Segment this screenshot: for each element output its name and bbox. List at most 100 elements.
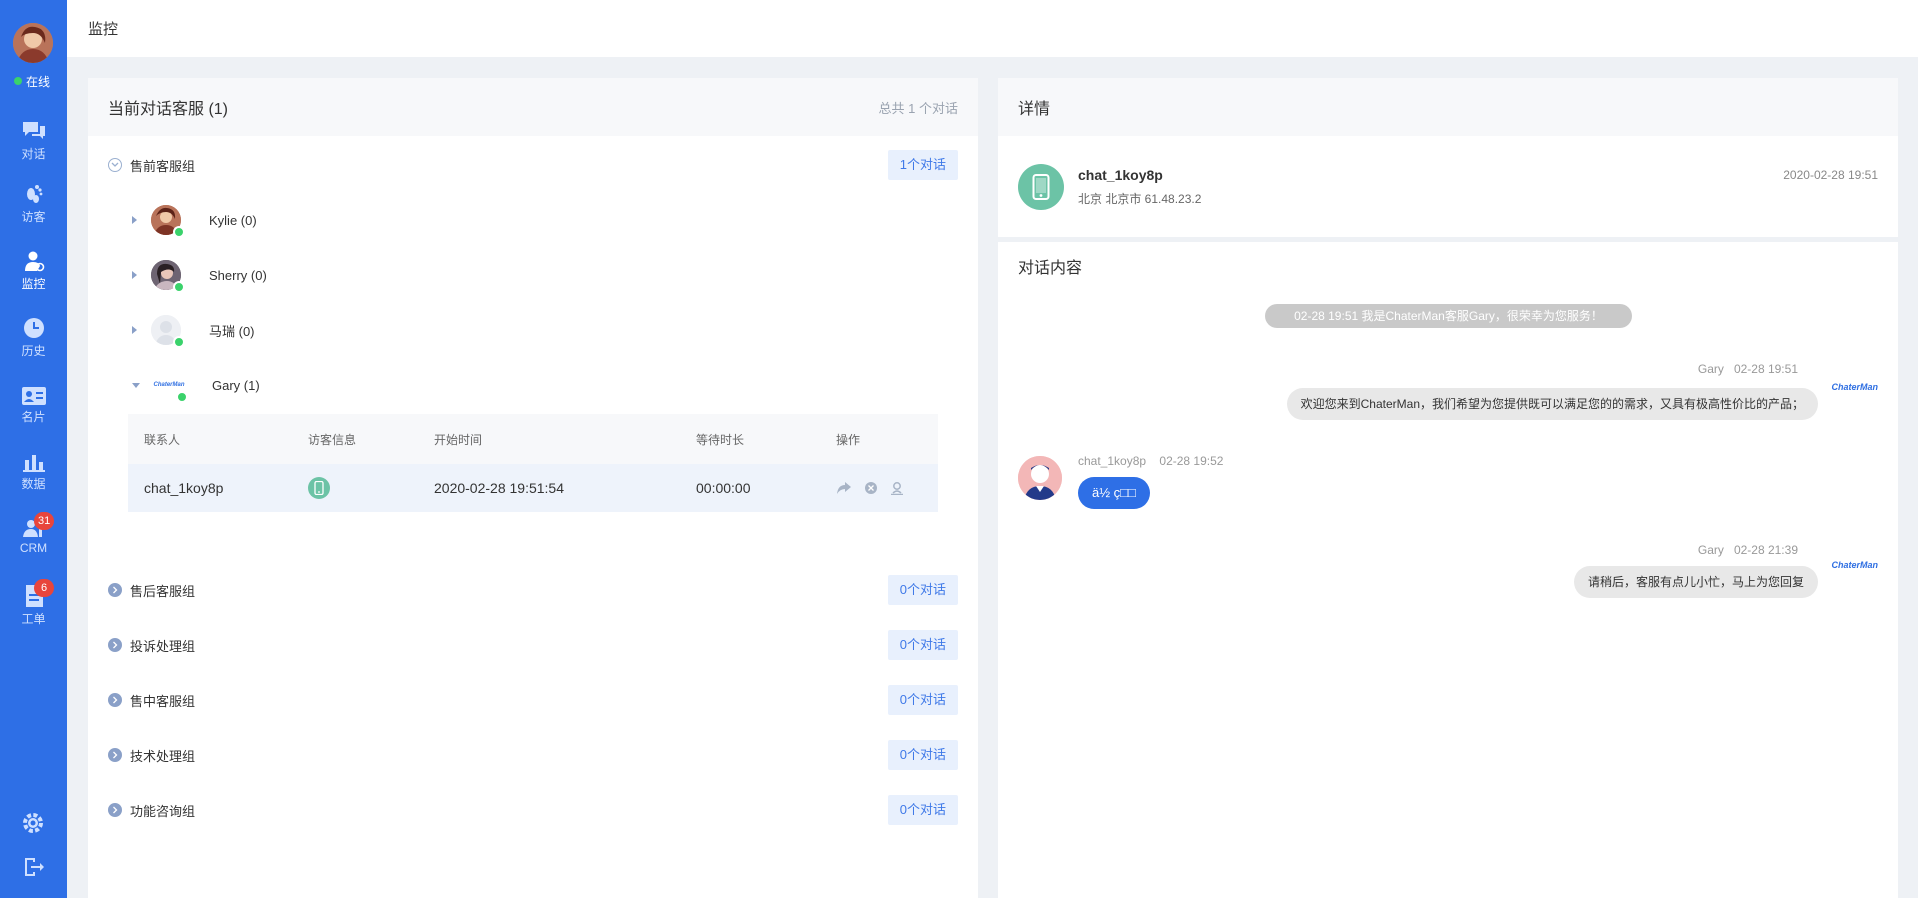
expand-icon[interactable] xyxy=(108,748,122,762)
online-dot-icon xyxy=(173,281,185,293)
ticket-badge: 6 xyxy=(34,579,54,597)
sidebar-item-label: 对话 xyxy=(21,147,46,161)
avatar: ChaterMan xyxy=(153,370,188,403)
expand-arrow-icon[interactable] xyxy=(132,271,137,279)
sidebar-item-label: 名片 xyxy=(21,410,46,424)
close-icon[interactable] xyxy=(864,481,878,495)
sidebar-item-ticket[interactable]: 工单 6 xyxy=(0,579,67,641)
expand-icon[interactable] xyxy=(108,638,122,652)
agent-message-bubble: 请稍后，客服有点儿小忙，马上为您回复 xyxy=(1573,566,1818,598)
group-row-complaint[interactable]: 投诉处理组 0个对话 xyxy=(108,630,958,660)
contact-name: chat_1koy8p xyxy=(144,480,224,496)
chaterman-logo-icon: ChaterMan xyxy=(1831,560,1878,570)
visitor-detail: chat_1koy8p 北京 北京市 61.48.23.2 2020-02-28… xyxy=(1018,164,1878,214)
transfer-icon[interactable] xyxy=(836,481,852,495)
agent-name: Kylie (0) xyxy=(209,212,257,228)
group-row-consulting[interactable]: 功能咨询组 0个对话 xyxy=(108,795,958,825)
wait-duration: 00:00:00 xyxy=(696,480,751,496)
chaterman-logo-icon: ChaterMan xyxy=(1831,382,1878,392)
online-status[interactable]: 在线 xyxy=(14,73,64,89)
sidebar-item-visitor[interactable]: 访客 xyxy=(0,183,67,239)
agent-row-gary[interactable]: ChaterMan Gary (1) xyxy=(128,365,728,405)
visitor-location: 北京 北京市 61.48.23.2 xyxy=(1078,192,1202,206)
visitor-message-bubble: ä½ ç□□ xyxy=(1078,477,1150,509)
avatar xyxy=(151,315,185,348)
sidebar-item-label: 工单 xyxy=(21,612,46,626)
expand-arrow-icon[interactable] xyxy=(132,216,137,224)
agent-name: Sherry (0) xyxy=(209,267,267,283)
table-row[interactable]: chat_1koy8p 2020-02-28 19:51:54 00:00:00 xyxy=(128,464,938,512)
sidebar-item-crm[interactable]: CRM 31 xyxy=(0,512,67,574)
agent-message-bubble: 欢迎您来到ChaterMan，我们希望为您提供既可以满足您的的需求，又具有极高性… xyxy=(1286,388,1818,420)
card-icon xyxy=(21,387,46,405)
expand-icon[interactable] xyxy=(108,583,122,597)
column-header: 开始时间 xyxy=(434,432,483,447)
visit-time: 2020-02-28 19:51 xyxy=(1783,168,1878,182)
agent-row-mari[interactable]: 马瑞 (0) xyxy=(128,310,728,350)
monitor-icon xyxy=(24,251,44,272)
sidebar-item-card[interactable]: 名片 xyxy=(0,387,67,443)
group-name: 技术处理组 xyxy=(130,748,196,764)
message-meta: chat_1koy8p 02-28 19:52 xyxy=(1078,454,1223,468)
logout-button[interactable] xyxy=(23,857,45,880)
group-row-technical[interactable]: 技术处理组 0个对话 xyxy=(108,740,958,770)
collapse-icon[interactable] xyxy=(108,158,122,172)
panel-header: 当前对话客服 (1) 总共 1 个对话 xyxy=(88,78,978,136)
sender-name: chat_1koy8p xyxy=(1078,454,1147,468)
chaterman-logo-icon: ChaterMan xyxy=(153,382,185,388)
group-row-insales[interactable]: 售中客服组 0个对话 xyxy=(108,685,958,715)
sidebar-item-label: 历史 xyxy=(21,344,46,358)
start-time: 2020-02-28 19:51:54 xyxy=(434,480,564,496)
clock-icon xyxy=(23,318,44,338)
agent-row-kylie[interactable]: Kylie (0) xyxy=(128,200,728,240)
visitor-device-avatar xyxy=(1018,164,1064,210)
conversation-count-badge: 0个对话 xyxy=(887,685,958,715)
top-header: 监控 xyxy=(67,0,1918,57)
conversation-count-badge: 0个对话 xyxy=(887,575,958,605)
user-avatar[interactable] xyxy=(13,23,53,63)
column-header: 等待时长 xyxy=(696,432,745,447)
mobile-device-icon xyxy=(308,477,330,499)
group-name: 投诉处理组 xyxy=(130,638,196,654)
chat-content-panel: 对话内容 02-28 19:51 我是ChaterMan客服Gary，很荣幸为您… xyxy=(998,242,1898,898)
sidebar-item-label: 监控 xyxy=(21,277,46,291)
group-name: 售前客服组 xyxy=(130,158,196,174)
page-title: 监控 xyxy=(88,21,119,38)
sidebar-item-chat[interactable]: 对话 xyxy=(0,120,67,176)
group-name: 售后客服组 xyxy=(130,583,196,599)
conversation-count-badge: 0个对话 xyxy=(887,630,958,660)
conversation-table: 联系人 访客信息 开始时间 等待时长 操作 chat_1koy8p 2020-0… xyxy=(128,414,938,512)
expand-arrow-icon[interactable] xyxy=(132,326,137,334)
group-name: 售中客服组 xyxy=(130,693,196,709)
chat-title: 对话内容 xyxy=(1018,260,1083,277)
online-dot-icon xyxy=(176,391,188,403)
collapse-arrow-icon[interactable] xyxy=(132,382,140,388)
message-meta: Gary 02-28 19:51 xyxy=(1698,362,1798,376)
system-message: 02-28 19:51 我是ChaterMan客服Gary，很荣幸为您服务！ xyxy=(1265,304,1632,328)
sidebar-item-label: CRM xyxy=(19,541,48,555)
agent-row-sherry[interactable]: Sherry (0) xyxy=(128,255,728,295)
settings-button[interactable] xyxy=(22,812,44,837)
sender-name: Gary xyxy=(1697,543,1724,557)
group-row-presales[interactable]: 售前客服组 1个对话 xyxy=(108,150,958,180)
expand-icon[interactable] xyxy=(108,693,122,707)
sidebar-item-data[interactable]: 数据 xyxy=(0,452,67,508)
sidebar-item-label: 数据 xyxy=(21,477,46,491)
message-time: 02-28 19:52 xyxy=(1159,454,1224,468)
sidebar-item-history[interactable]: 历史 xyxy=(0,317,67,373)
conversation-count-badge: 0个对话 xyxy=(887,740,958,770)
crm-badge: 31 xyxy=(34,512,55,530)
user-profile-icon[interactable] xyxy=(890,481,904,495)
sidebar-item-monitor[interactable]: 监控 xyxy=(0,250,67,306)
column-header: 访客信息 xyxy=(308,432,357,447)
mobile-device-icon xyxy=(1032,174,1050,200)
avatar xyxy=(151,260,185,293)
sidebar-item-label: 访客 xyxy=(21,210,46,224)
group-row-aftersales[interactable]: 售后客服组 0个对话 xyxy=(108,575,958,605)
group-name: 功能咨询组 xyxy=(130,803,196,819)
column-header: 联系人 xyxy=(144,432,181,447)
panel-title: 当前对话客服 (1) xyxy=(108,101,229,118)
row-actions xyxy=(836,481,936,495)
expand-icon[interactable] xyxy=(108,803,122,817)
online-dot-icon xyxy=(14,77,22,85)
